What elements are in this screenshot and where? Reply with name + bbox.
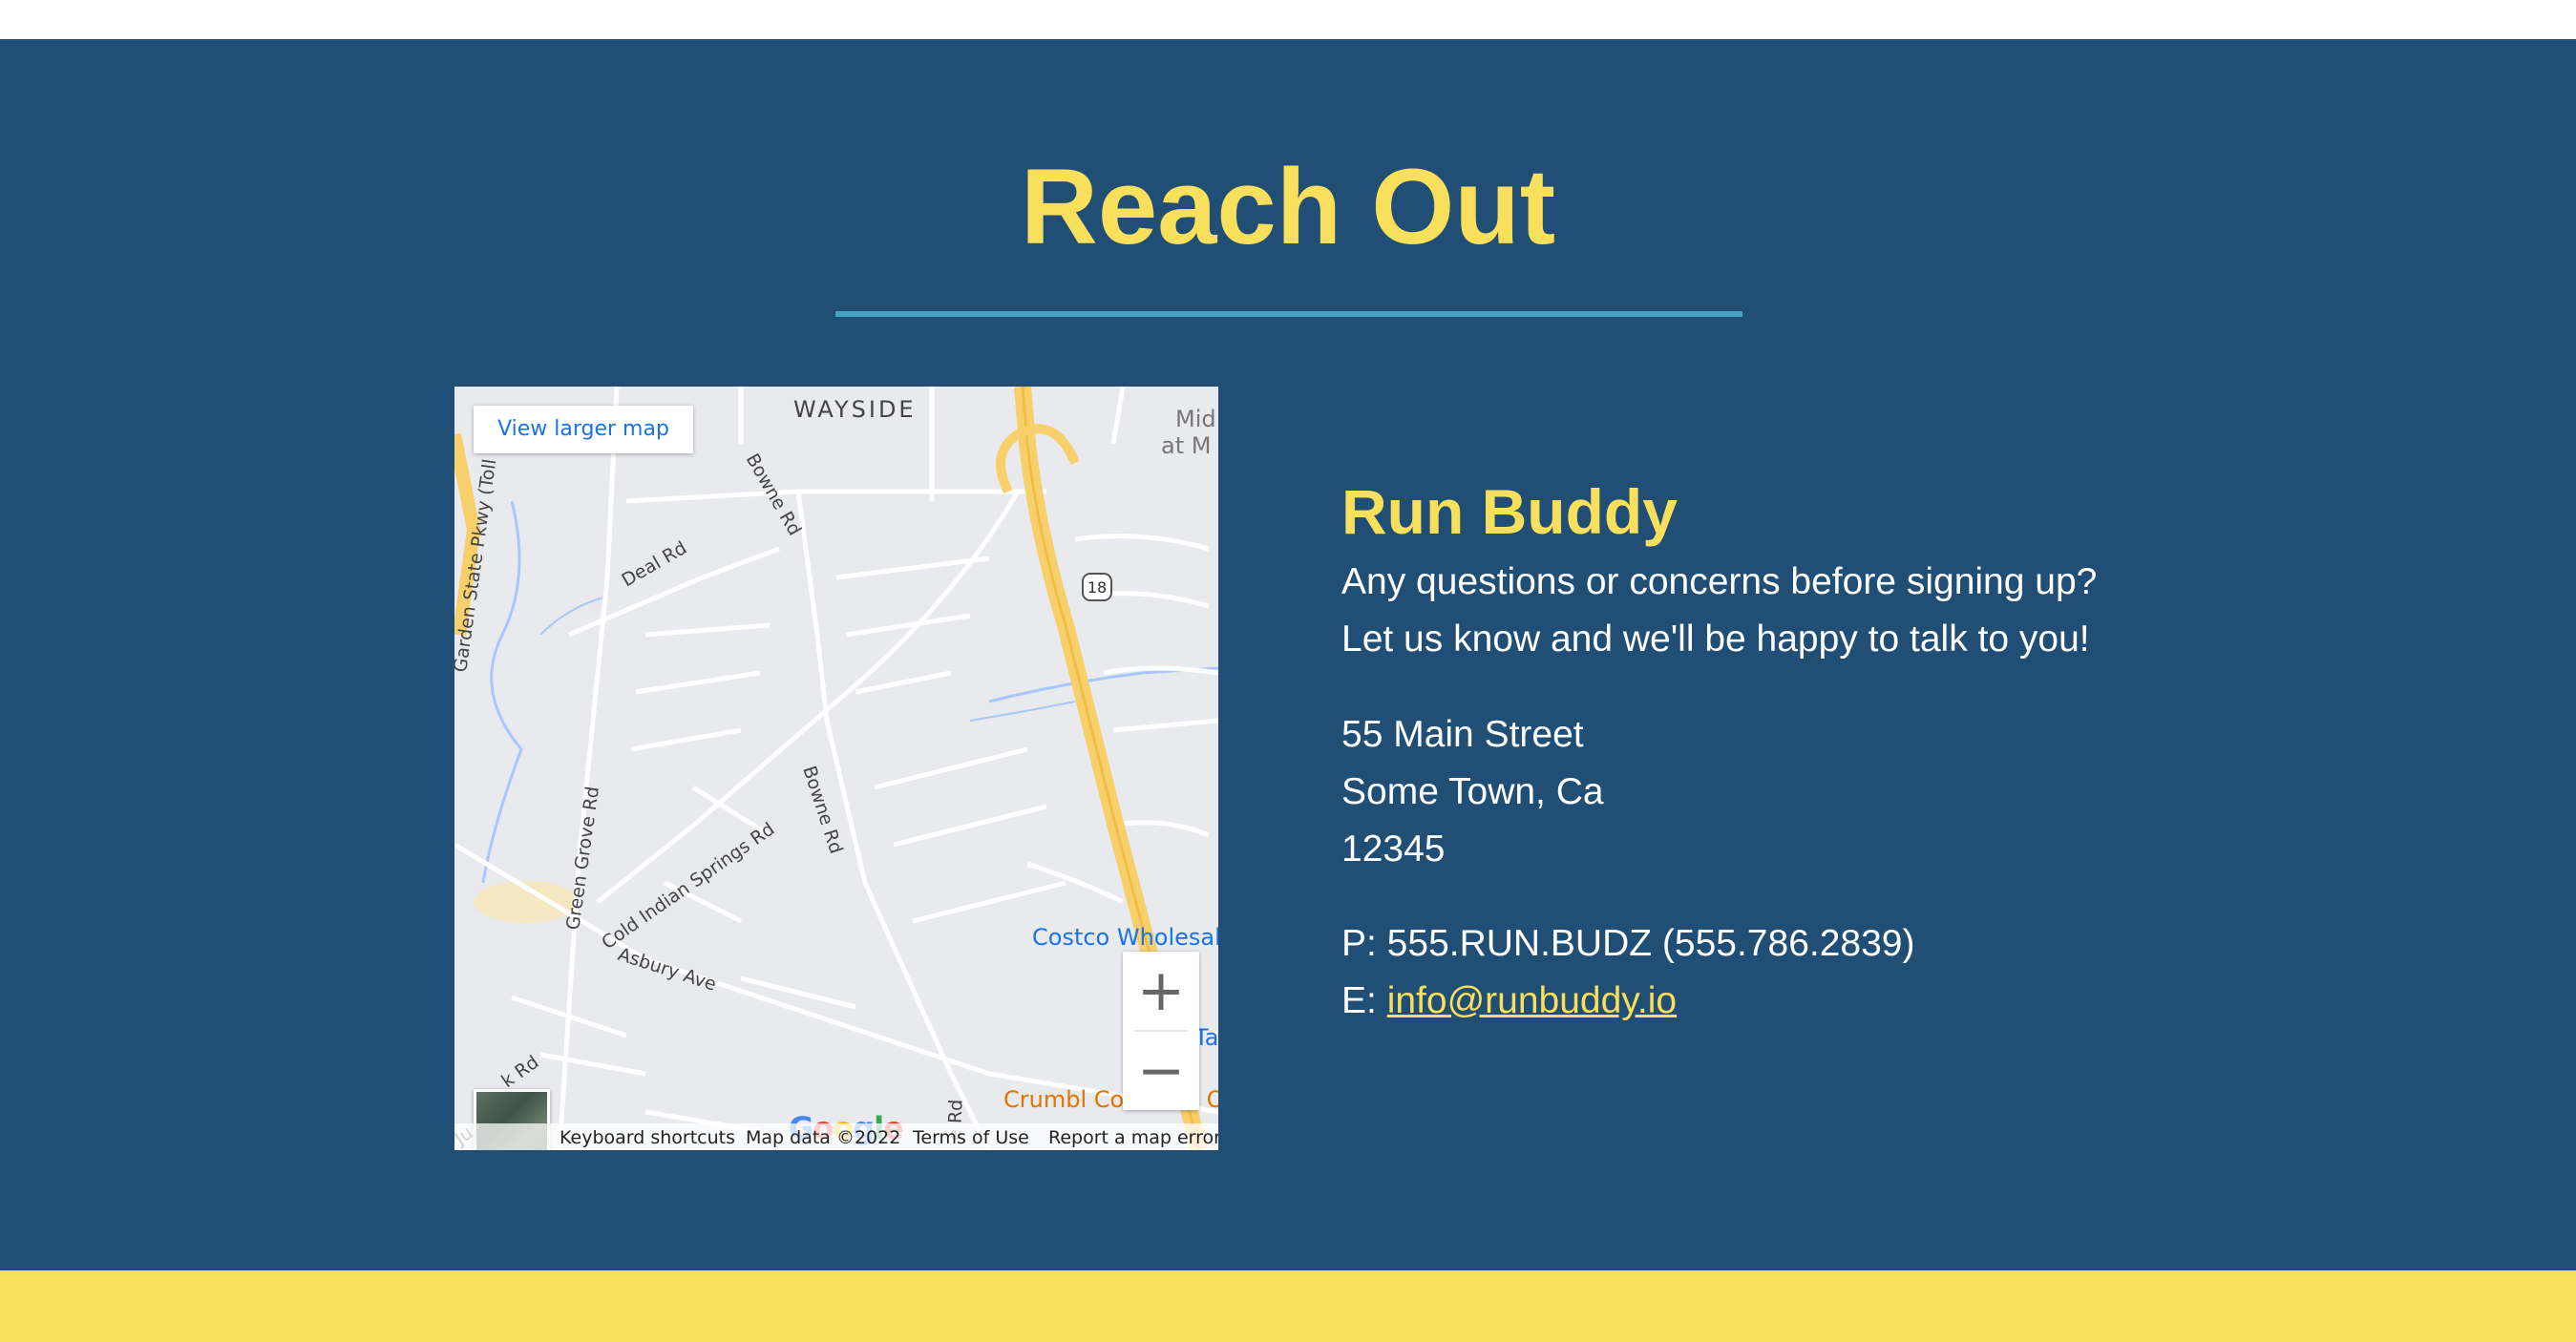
contact-message-line-1: Any questions or concerns before signing…	[1341, 561, 2098, 602]
route-shield-label: 18	[1087, 578, 1107, 597]
address-line-2: Some Town, Ca	[1341, 771, 1604, 812]
map-label-wayside: WAYSIDE	[793, 396, 917, 423]
map-label-mid-bottom: at M	[1161, 432, 1211, 459]
email-line: E: info@runbuddy.io	[1341, 982, 1677, 1019]
view-larger-map-link[interactable]: View larger map	[474, 406, 693, 453]
terms-of-use-link[interactable]: Terms of Use	[913, 1127, 1029, 1148]
top-strip	[0, 0, 2576, 39]
zoom-out-button[interactable]: −	[1123, 1032, 1199, 1110]
report-map-error-link[interactable]: Report a map error	[1048, 1127, 1218, 1148]
contact-name: Run Buddy	[1341, 476, 1678, 547]
email-link[interactable]: info@runbuddy.io	[1387, 980, 1677, 1021]
title-divider	[835, 311, 1742, 317]
reach-out-section: Reach Out 18 WAYSIDE Bowne Rd Deal Rd Bo…	[0, 39, 2576, 1270]
zoom-controls: + −	[1123, 952, 1199, 1110]
contact-message-line-2: Let us know and we'll be happy to talk t…	[1341, 619, 2090, 660]
address-line-3: 12345	[1341, 828, 1446, 870]
map-attribution-bar: Keyboard shortcuts Map data ©2022 Terms …	[454, 1123, 1218, 1150]
map-data-text: Map data ©2022	[746, 1127, 901, 1148]
keyboard-shortcuts-link[interactable]: Keyboard shortcuts	[560, 1127, 735, 1148]
map-label-mid-top: Mid	[1175, 406, 1216, 432]
zoom-in-button[interactable]: +	[1123, 952, 1199, 1030]
email-prefix: E:	[1341, 980, 1387, 1021]
phone-number: P: 555.RUN.BUDZ (555.786.2839)	[1341, 923, 1915, 964]
map-canvas[interactable]: 18 WAYSIDE Bowne Rd Deal Rd Bowne Rd Gre…	[454, 387, 1218, 1150]
embedded-map[interactable]: 18 WAYSIDE Bowne Rd Deal Rd Bowne Rd Gre…	[454, 387, 1218, 1150]
section-title: Reach Out	[1020, 147, 1556, 266]
map-label-costco: Costco Wholesale	[1032, 924, 1218, 951]
address-line-1: 55 Main Street	[1341, 714, 1584, 755]
footer-strip	[0, 1270, 2576, 1342]
